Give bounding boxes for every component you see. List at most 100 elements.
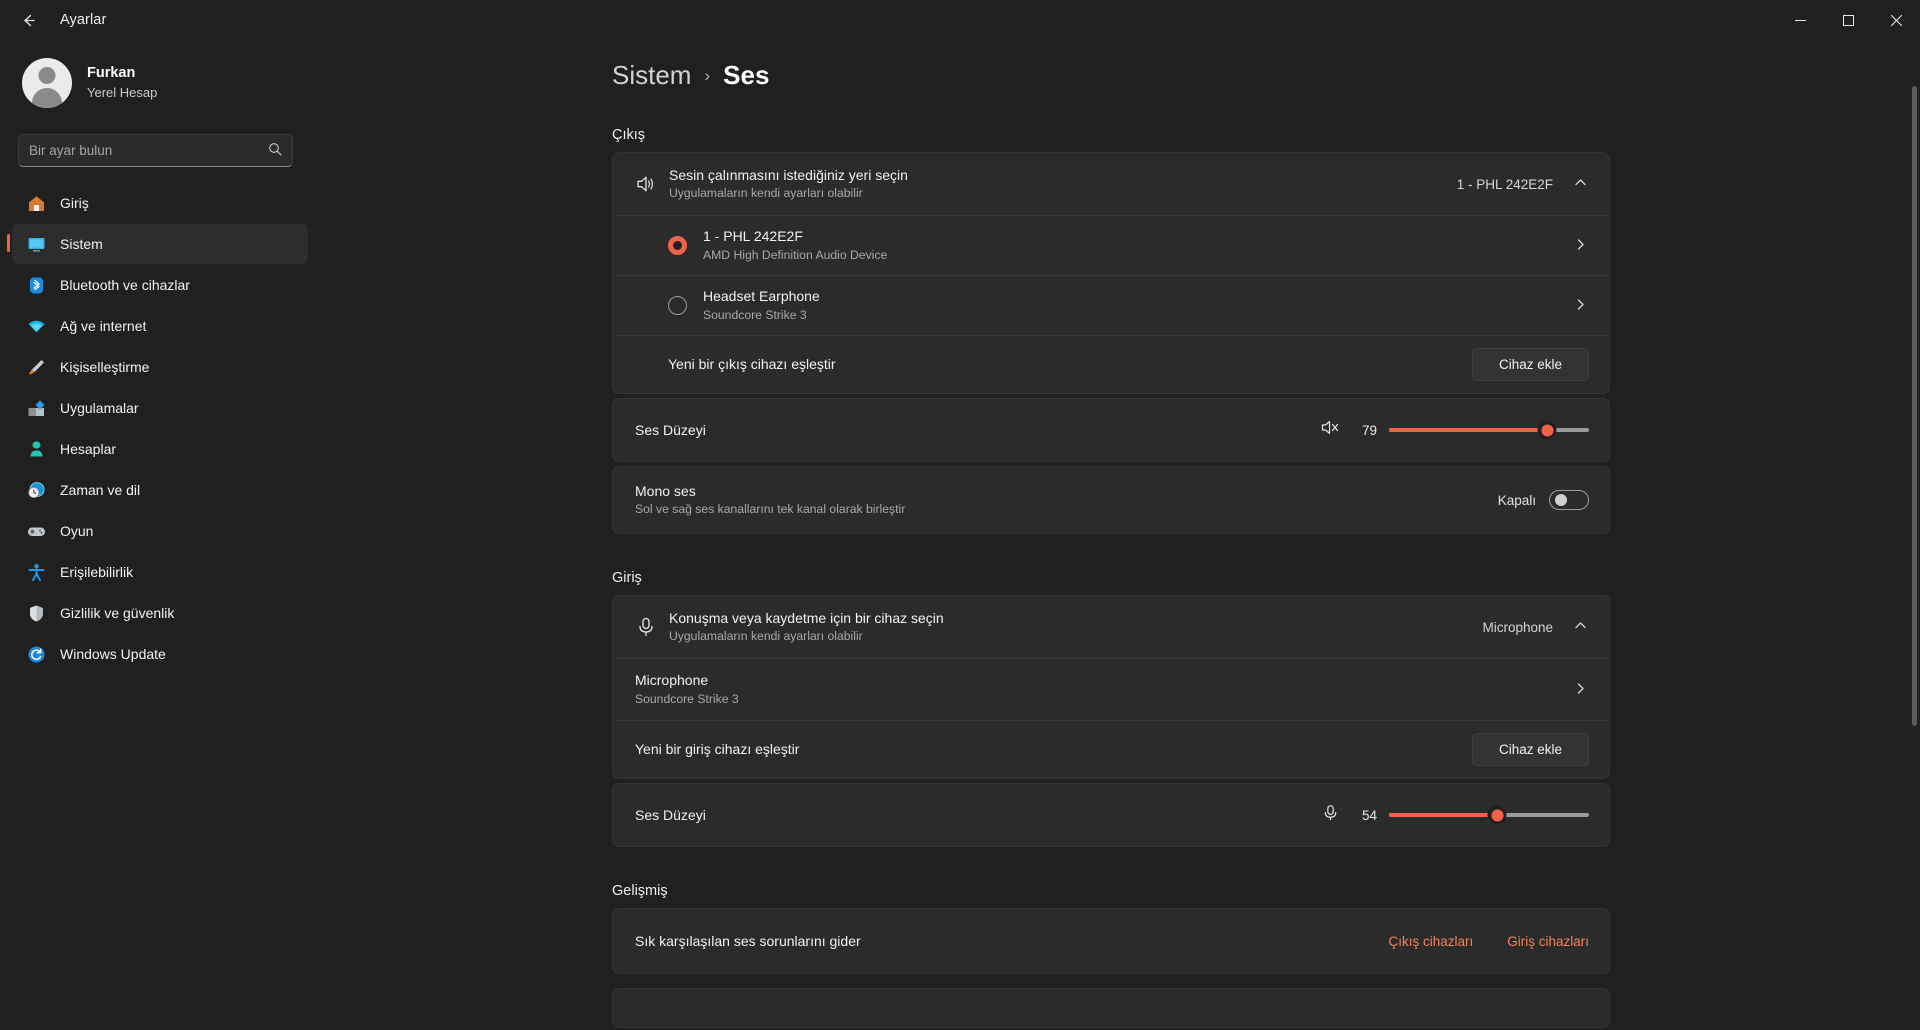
sidebar-item-label: Hesaplar (60, 441, 117, 457)
paintbrush-icon (26, 357, 46, 377)
close-icon (1890, 14, 1902, 26)
sidebar-item-ag-ve-internet[interactable]: Ağ ve internet (12, 306, 308, 346)
sidebar-item-hesaplar[interactable]: Hesaplar (12, 429, 308, 469)
output-volume-thumb[interactable] (1537, 420, 1557, 440)
output-selected-device: 1 - PHL 242E2F (1456, 176, 1553, 192)
section-heading-advanced: Gelişmiş (612, 883, 668, 899)
sidebar-item-label: Zaman ve dil (60, 482, 141, 498)
troubleshoot-label: Sık karşılaşılan ses sorunlarını gider (635, 932, 861, 949)
input-chooser-row[interactable]: Konuşma veya kaydetme için bir cihaz seç… (613, 596, 1609, 658)
output-device-option-2[interactable]: Headset Earphone Soundcore Strike 3 (613, 275, 1609, 335)
page-title: Ses (723, 60, 770, 90)
chevron-up-icon[interactable] (1571, 619, 1589, 635)
sidebar-item-windows-update[interactable]: Windows Update (12, 634, 308, 674)
mono-audio-subtitle: Sol ve sağ ses kanallarını tek kanal ola… (635, 502, 906, 517)
sidebar-nav: Giriş Sistem Bluetooth ve cihazlar Ağ ve… (0, 183, 320, 674)
mono-audio-title: Mono ses (635, 482, 696, 499)
radio-unselected[interactable] (668, 296, 687, 315)
input-device-option-1[interactable]: Microphone Soundcore Strike 3 (613, 658, 1609, 720)
sidebar-item-giris[interactable]: Giriş (12, 183, 308, 223)
search-box[interactable] (18, 134, 293, 167)
input-chooser-subtitle: Uygulamaların kendi ayarları olabilir (669, 629, 863, 644)
output-volume-slider[interactable]: 79 (1319, 419, 1589, 441)
add-output-device-button[interactable]: Cihaz ekle (1471, 348, 1589, 381)
wifi-icon (26, 316, 46, 336)
sidebar-item-oyun[interactable]: Oyun (12, 511, 308, 551)
content-scrollbar[interactable] (1912, 86, 1917, 1026)
account-name: Furkan (87, 65, 136, 82)
search-input[interactable] (29, 143, 268, 158)
apps-icon (26, 398, 46, 418)
account-card[interactable]: Furkan Yerel Hesap (0, 40, 320, 108)
speaker-icon (635, 173, 669, 195)
sidebar-item-erisilebilirlik[interactable]: Erişilebilirlik (12, 552, 308, 592)
troubleshoot-input-devices-link[interactable]: Giriş cihazları (1507, 934, 1589, 949)
search-icon (268, 142, 282, 159)
scrollbar-thumb[interactable] (1912, 86, 1917, 726)
device-name: Headset Earphone (703, 288, 820, 305)
sidebar-item-uygulamalar[interactable]: Uygulamalar (12, 388, 308, 428)
radio-selected[interactable] (668, 236, 687, 255)
sidebar-item-label: Ağ ve internet (60, 318, 147, 334)
mono-audio-row: Mono ses Sol ve sağ ses kanallarını tek … (613, 467, 1609, 533)
output-volume-card: Ses Düzeyi 79 (612, 398, 1610, 462)
sidebar-item-zaman-ve-dil[interactable]: Zaman ve dil (12, 470, 308, 510)
toggle-knob (1555, 494, 1567, 506)
input-volume-card: Ses Düzeyi 54 (612, 783, 1610, 847)
advanced-next-card (612, 988, 1610, 1028)
maximize-icon (1842, 14, 1854, 26)
speaker-muted-icon[interactable] (1319, 419, 1341, 441)
accessibility-person-icon (26, 562, 46, 582)
system-display-icon (26, 234, 46, 254)
input-volume-thumb[interactable] (1487, 805, 1507, 825)
minimize-icon (1794, 19, 1806, 21)
shield-icon (26, 603, 46, 623)
output-volume-fill (1389, 428, 1547, 432)
microphone-icon[interactable] (1319, 804, 1341, 826)
input-volume-slider[interactable]: 54 (1319, 804, 1589, 826)
main-content: Sistem › Ses Çıkış Sesin çalınmasını ist… (320, 40, 1920, 1030)
input-volume-row: Ses Düzeyi 54 (613, 784, 1609, 846)
sidebar-item-label: Windows Update (60, 646, 166, 662)
input-device-card: Konuşma veya kaydetme için bir cihaz seç… (612, 595, 1610, 779)
mono-audio-state-label: Kapalı (1497, 492, 1536, 508)
troubleshoot-row: Sık karşılaşılan ses sorunlarını gider Ç… (613, 909, 1609, 973)
microphone-icon (635, 616, 669, 638)
output-volume-track[interactable] (1389, 420, 1589, 440)
output-device-card: Sesin çalınmasını istediğiniz yeri seçin… (612, 152, 1610, 394)
input-chooser-title: Konuşma veya kaydetme için bir cihaz seç… (669, 609, 944, 626)
sidebar-item-label: Gizlilik ve güvenlik (60, 605, 175, 621)
account-person-icon (26, 439, 46, 459)
mono-audio-toggle[interactable] (1549, 490, 1589, 510)
chevron-up-icon[interactable] (1571, 176, 1589, 192)
sidebar-item-kisisellestirme[interactable]: Kişiselleştirme (12, 347, 308, 387)
breadcrumb-parent[interactable]: Sistem (612, 60, 691, 91)
close-button[interactable] (1872, 0, 1920, 40)
sidebar-item-label: Giriş (60, 195, 89, 211)
title-bar: Ayarlar (0, 0, 1920, 40)
chevron-right-icon[interactable] (1571, 238, 1589, 254)
sidebar-item-gizlilik-ve-guvenlik[interactable]: Gizlilik ve güvenlik (12, 593, 308, 633)
window-controls (1776, 0, 1920, 40)
maximize-button[interactable] (1824, 0, 1872, 40)
output-device-option-1[interactable]: 1 - PHL 242E2F AMD High Definition Audio… (613, 215, 1609, 275)
troubleshoot-output-devices-link[interactable]: Çıkış cihazları (1388, 934, 1473, 949)
output-chooser-row[interactable]: Sesin çalınmasını istediğiniz yeri seçin… (613, 153, 1609, 215)
update-refresh-icon (26, 644, 46, 664)
device-name: 1 - PHL 242E2F (703, 228, 803, 245)
sidebar-item-label: Uygulamalar (60, 400, 139, 416)
chevron-right-icon[interactable] (1571, 682, 1589, 698)
sidebar-item-sistem[interactable]: Sistem (7, 224, 308, 264)
gamepad-icon (26, 521, 46, 541)
minimize-button[interactable] (1776, 0, 1824, 40)
add-input-device-button[interactable]: Cihaz ekle (1471, 733, 1589, 766)
sidebar: Furkan Yerel Hesap Giriş Sistem Blueto (0, 40, 320, 1030)
output-volume-row: Ses Düzeyi 79 (613, 399, 1609, 461)
back-button[interactable] (10, 5, 46, 35)
input-volume-track[interactable] (1389, 805, 1589, 825)
device-description: AMD High Definition Audio Device (703, 247, 888, 262)
avatar (22, 58, 72, 108)
chevron-right-icon[interactable] (1571, 298, 1589, 314)
output-chooser-title: Sesin çalınmasını istediğiniz yeri seçin (669, 166, 908, 183)
sidebar-item-bluetooth-ve-cihazlar[interactable]: Bluetooth ve cihazlar (12, 265, 308, 305)
